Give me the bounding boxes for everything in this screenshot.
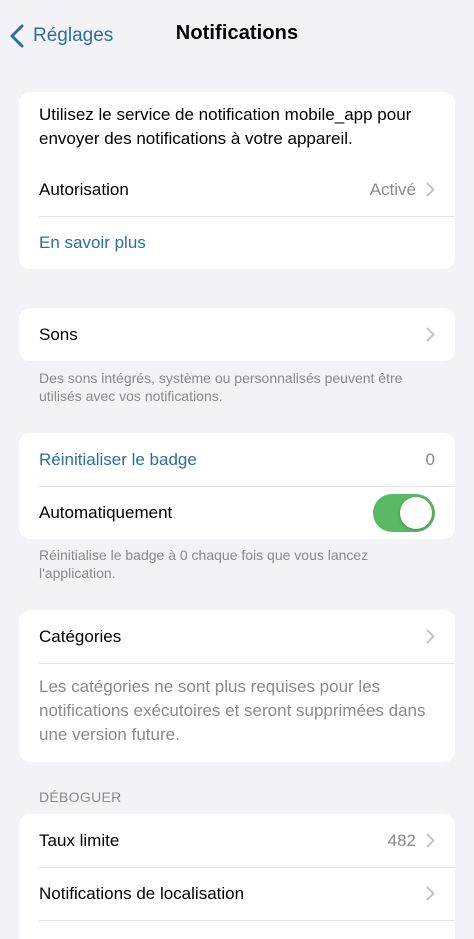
sounds-row[interactable]: Sons (19, 308, 455, 361)
chevron-right-icon (426, 327, 435, 342)
categories-label: Catégories (39, 626, 122, 646)
sounds-label: Sons (39, 324, 78, 344)
rate-limit-value: 482 (387, 830, 416, 850)
auto-reset-row: Automatiquement (19, 486, 455, 539)
intro-card: Utilisez le service de notification mobi… (19, 92, 455, 269)
rate-limit-label: Taux limite (39, 830, 120, 850)
auto-reset-label: Automatiquement (39, 502, 173, 522)
location-notifications-label: Notifications de localisation (39, 883, 245, 903)
authorization-value: Activé (369, 179, 416, 199)
chevron-right-icon (426, 833, 435, 848)
page-title: Notifications (175, 22, 299, 44)
navigation-bar: Réglages Notifications (0, 0, 474, 72)
sounds-card: Sons (19, 308, 455, 361)
badge-footnote: Réinitialise le badge à 0 chaque fois qu… (39, 547, 369, 581)
categories-description: Les catégories ne sont plus requises pou… (19, 663, 455, 762)
chevron-right-icon (426, 629, 435, 644)
authorization-label: Autorisation (39, 179, 129, 199)
badge-count: 0 (425, 449, 435, 469)
reset-badge-row[interactable]: Réinitialiser le badge 0 (19, 433, 455, 486)
chevron-right-icon (426, 182, 435, 197)
sounds-footnote: Des sons intégrés, système ou personnali… (39, 370, 403, 404)
rate-limit-row[interactable]: Taux limite 482 (19, 814, 455, 867)
badge-card: Réinitialiser le badge 0 Automatiquement (19, 433, 455, 539)
debug-section-header: DÉBOGUER (39, 789, 122, 805)
location-notifications-row[interactable]: Notifications de localisation (19, 867, 455, 920)
toggle-knob (400, 496, 432, 529)
intro-description: Utilisez le service de notification mobi… (39, 105, 412, 148)
learn-more-link[interactable]: En savoir plus (39, 233, 435, 253)
auto-reset-toggle[interactable] (373, 493, 435, 532)
categories-card: Catégories Les catégories ne sont plus r… (19, 610, 455, 762)
debug-card: Taux limite 482 Notifications de localis… (19, 814, 455, 939)
next-row-partial[interactable] (19, 920, 455, 939)
notifications-screen: Réglages Notifications Utilisez le servi… (0, 0, 474, 939)
reset-badge-button[interactable]: Réinitialiser le badge (39, 450, 426, 470)
learn-more-row[interactable]: En savoir plus (19, 216, 455, 269)
categories-row[interactable]: Catégories (19, 610, 455, 663)
chevron-right-icon (426, 886, 435, 901)
authorization-row[interactable]: Autorisation Activé (19, 163, 455, 216)
